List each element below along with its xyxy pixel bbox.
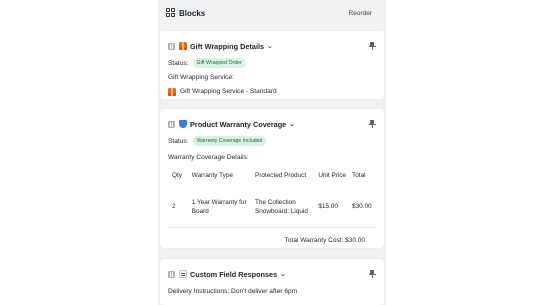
pin-icon[interactable] [368,41,376,51]
warranty-type-line1: 1 Year Warranty for [191,198,247,206]
service-label: Gift Wrapping Service: [168,74,234,81]
col-qty: Qty [172,171,182,179]
blocks-icon [166,8,176,18]
memo-icon [179,270,187,278]
chevron-down-icon[interactable]: ⌄ [289,121,296,128]
table-row: 2 1 Year Warranty for Board The Collecti… [168,187,376,227]
gift-wrapping-card-header[interactable]: Gift Wrapping Details ⌄ [160,39,384,53]
status-badge: Gift Wrapped Order [192,58,246,68]
col-protected-product: Protected Product [254,171,307,179]
shield-icon [179,120,187,128]
col-total: Total [352,171,366,179]
custom-fields-card-header[interactable]: Custom Field Responses ⌄ [160,267,384,281]
status-label: Status: [168,137,189,145]
pin-icon[interactable] [368,119,376,129]
service-value: Gift Wrapping Service - Standard [180,88,277,95]
blocks-panel: Blocks Reorder Gift Wrapping Details ⌄ S… [158,0,386,305]
warranty-card: Product Warranty Coverage ⌄ Status: Warr… [160,109,384,248]
reorder-button[interactable]: Reorder [349,10,372,17]
table-header-row: Qty Warranty Type Protected Product Unit… [168,163,376,187]
gift-wrapping-card: Gift Wrapping Details ⌄ Status: Gift Wra… [160,31,384,99]
warranty-type-line2: Board [191,207,209,215]
gift-wrapping-title: Gift Wrapping Details [190,41,265,51]
cell-unit-price: $15.00 [318,203,338,211]
status-badge: Warranty Coverage Included [192,136,267,146]
panel-title: Blocks [179,8,206,18]
drag-handle-icon[interactable] [168,120,175,128]
gift-status-row: Status: Gift Wrapped Order [168,57,376,69]
warranty-title: Product Warranty Coverage [190,119,287,129]
product-line1: The Collection [254,198,296,206]
total-warranty-cost: Total Warranty Cost: $30.00 [284,236,365,244]
col-unit-price: Unit Price [318,171,347,179]
custom-fields-card: Custom Field Responses ⌄ Delivery Instru… [160,259,384,305]
gift-wrapping-body: Status: Gift Wrapped Order Gift Wrapping… [160,57,384,97]
drag-handle-icon[interactable] [168,42,175,50]
gift-icon [179,42,187,50]
cell-total: $30.00 [352,203,372,211]
cell-protected-product: The Collection Snowboard: Liquid [255,187,318,227]
cell-warranty-type: 1 Year Warranty for Board [192,187,255,227]
chevron-down-icon[interactable]: ⌄ [266,43,273,50]
panel-header-left: Blocks [166,8,205,18]
cell-qty: 2 [172,203,176,211]
panel-header: Blocks Reorder [158,0,386,26]
drag-handle-icon[interactable] [168,270,175,278]
warranty-status-row: Status: Warranty Coverage Included [168,135,376,147]
delivery-instructions: Delivery Instructions: Don't deliver aft… [168,288,298,295]
col-warranty-type: Warranty Type [191,171,233,179]
chevron-down-icon[interactable]: ⌄ [280,271,287,278]
warranty-card-header[interactable]: Product Warranty Coverage ⌄ [160,117,384,131]
gift-icon [168,87,176,96]
warranty-body: Status: Warranty Coverage Included Warra… [160,135,384,244]
custom-fields-title: Custom Field Responses [190,269,278,279]
custom-fields-body: Delivery Instructions: Don't deliver aft… [160,286,384,297]
pin-icon[interactable] [368,269,376,279]
warranty-details-label: Warranty Coverage Details: [168,154,249,161]
status-label: Status: [168,59,189,67]
product-line2: Snowboard: Liquid [254,207,308,215]
service-item: Gift Wrapping Service - Standard [168,86,376,97]
warranty-table: Qty Warranty Type Protected Product Unit… [168,163,376,228]
